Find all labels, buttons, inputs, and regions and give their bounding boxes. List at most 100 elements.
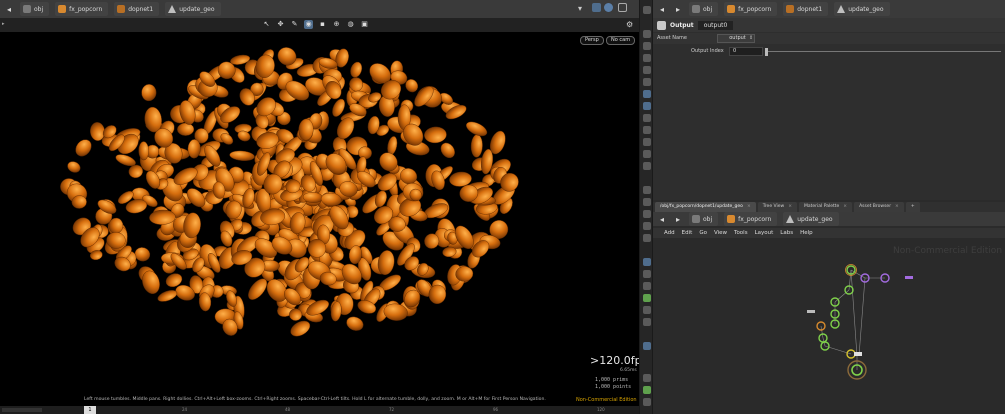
shelf-brush-icon[interactable] [643, 198, 651, 206]
handle-tool-icon[interactable]: ▪ [318, 20, 327, 29]
select-tool-icon[interactable]: ↖ [262, 20, 271, 29]
display-options-icon[interactable]: ◍ [346, 20, 355, 29]
viewer-label: ▸ [2, 21, 5, 27]
camera-icon[interactable]: ▣ [360, 20, 369, 29]
shelf-lights-icon[interactable] [643, 42, 651, 50]
back-arrow-icon[interactable]: ◂ [657, 4, 667, 14]
shelf-grid-icon[interactable] [643, 66, 651, 74]
shelf-select-icon[interactable] [643, 258, 651, 266]
shelf-bypass-icon[interactable] [643, 318, 651, 326]
maximize-icon[interactable] [618, 3, 627, 12]
shelf-lock-icon[interactable] [643, 54, 651, 62]
menu-help[interactable]: Help [800, 230, 813, 236]
shelf-snap-icon[interactable] [643, 222, 651, 230]
output-node-icon [657, 20, 666, 30]
viewer-crumb-obj[interactable]: obj [20, 2, 50, 16]
timeline-tick: 120 [597, 407, 605, 412]
asset-name-stepper-icon[interactable]: ⇕ [749, 35, 753, 41]
shelf-uv-icon[interactable] [643, 138, 651, 146]
snap-icon[interactable]: ⊕ [332, 20, 341, 29]
path-dropdown-icon[interactable]: ▾ [578, 4, 582, 13]
menu-labs[interactable]: Labs [780, 230, 793, 236]
move-tool-icon[interactable]: ✥ [276, 20, 285, 29]
shelf-measure-icon[interactable] [643, 210, 651, 218]
shelf-points-icon[interactable] [643, 114, 651, 122]
menu-view[interactable]: View [714, 230, 727, 236]
shelf-template-icon[interactable] [643, 306, 651, 314]
node-name-field[interactable]: output0 [697, 20, 734, 30]
tab-network-path[interactable]: /obj/fx_popcorn/dopnet1/update_geo × [655, 202, 756, 212]
shelf-pose-icon[interactable] [643, 234, 651, 242]
timeline-bar[interactable]: 1 24 48 72 96 120 [0, 406, 639, 414]
shelf-info-icon[interactable] [643, 342, 651, 350]
close-tab-icon[interactable]: × [895, 204, 899, 209]
shelf-wire-icon[interactable] [643, 102, 651, 110]
shelf-display-icon[interactable] [643, 30, 651, 38]
popcorn-kernel [424, 126, 447, 144]
menu-tools[interactable]: Tools [734, 230, 748, 236]
shelf-prim-icon[interactable] [643, 150, 651, 158]
net-crumb-fx-popcorn[interactable]: fx_popcorn [724, 212, 778, 226]
network-node[interactable] [854, 352, 862, 356]
shelf-vertex-icon[interactable] [643, 162, 651, 170]
parm-crumb-dopnet1[interactable]: dopnet1 [783, 2, 829, 16]
network-nodes[interactable] [807, 264, 913, 380]
link-icon[interactable] [604, 3, 613, 12]
shelf-settings-icon[interactable] [643, 398, 651, 406]
network-path-bar: ◂ ▸ obj fx_popcorn update_geo [653, 212, 1005, 226]
prims-count: 1,000 prims [595, 377, 629, 383]
add-tab-button[interactable]: + [905, 202, 920, 212]
close-tab-icon[interactable]: × [747, 204, 751, 209]
node-type-label: Output [670, 21, 694, 29]
net-crumb-obj[interactable]: obj [689, 212, 719, 226]
shelf-network-icon[interactable] [643, 386, 651, 394]
output-index-slider-knob[interactable] [765, 48, 768, 56]
playback-controls[interactable] [2, 408, 42, 412]
tab-asset-browser[interactable]: Asset Browser × [854, 202, 904, 212]
tab-tree-view[interactable]: Tree View × [757, 202, 797, 212]
net-crumb-update-geo[interactable]: update_geo [783, 212, 839, 226]
view-tool-icon[interactable]: ◉ [304, 20, 313, 29]
current-frame-marker[interactable]: 1 [84, 406, 96, 414]
viewer-crumb-fx-popcorn[interactable]: fx_popcorn [55, 2, 109, 16]
menu-layout[interactable]: Layout [755, 230, 774, 236]
forward-arrow-icon[interactable]: ▸ [673, 4, 683, 14]
back-arrow-icon[interactable]: ◂ [657, 214, 667, 224]
shelf-visible-icon[interactable] [643, 294, 651, 302]
shelf-shaded-icon[interactable] [643, 90, 651, 98]
paint-tool-icon[interactable]: ✎ [290, 20, 299, 29]
node-graph[interactable] [653, 238, 1005, 414]
back-arrow-icon[interactable]: ◂ [4, 4, 14, 14]
shelf-normals-icon[interactable] [643, 126, 651, 134]
tab-material-palette[interactable]: Material Palette × [799, 202, 853, 212]
viewport-settings-icon[interactable]: ⚙ [626, 20, 633, 29]
network-pane: /obj/fx_popcorn/dopnet1/update_geo × Tree… [653, 200, 1005, 414]
pin-icon[interactable] [592, 3, 601, 12]
menu-go[interactable]: Go [699, 230, 707, 236]
forward-arrow-icon[interactable]: ▸ [673, 214, 683, 224]
network-node[interactable] [905, 276, 913, 279]
network-editor[interactable]: Non-Commercial Edition [653, 238, 1005, 414]
parm-crumb-obj[interactable]: obj [689, 2, 719, 16]
shelf-menu-icon[interactable] [643, 6, 651, 14]
output-index-field[interactable]: 0 [729, 47, 763, 56]
shelf-box-icon[interactable] [643, 270, 651, 278]
close-tab-icon[interactable]: × [843, 204, 847, 209]
viewer-crumb-dopnet1[interactable]: dopnet1 [114, 2, 160, 16]
shelf-edge-icon[interactable] [643, 186, 651, 194]
network-menubar: Add Edit Go View Tools Layout Labs Help [653, 228, 1005, 238]
viewer-crumb-update-geo[interactable]: update_geo [165, 2, 221, 16]
parm-crumb-fx-popcorn[interactable]: fx_popcorn [724, 2, 778, 16]
scene-viewer[interactable]: ◂ obj fx_popcorn dopnet1 update_geo ▾ ▸ … [0, 0, 647, 414]
asset-name-row: Asset Name output ⇕ [653, 33, 1005, 44]
menu-add[interactable]: Add [664, 230, 675, 236]
shelf-layout-icon[interactable] [643, 374, 651, 382]
output-index-slider-track[interactable] [765, 51, 1001, 52]
popcorn-render[interactable] [0, 32, 639, 392]
network-node[interactable] [807, 310, 815, 313]
shelf-sphere-icon[interactable] [643, 282, 651, 290]
shelf-ghost-icon[interactable] [643, 78, 651, 86]
parm-crumb-update-geo[interactable]: update_geo [834, 2, 890, 16]
menu-edit[interactable]: Edit [682, 230, 693, 236]
close-tab-icon[interactable]: × [788, 204, 792, 209]
